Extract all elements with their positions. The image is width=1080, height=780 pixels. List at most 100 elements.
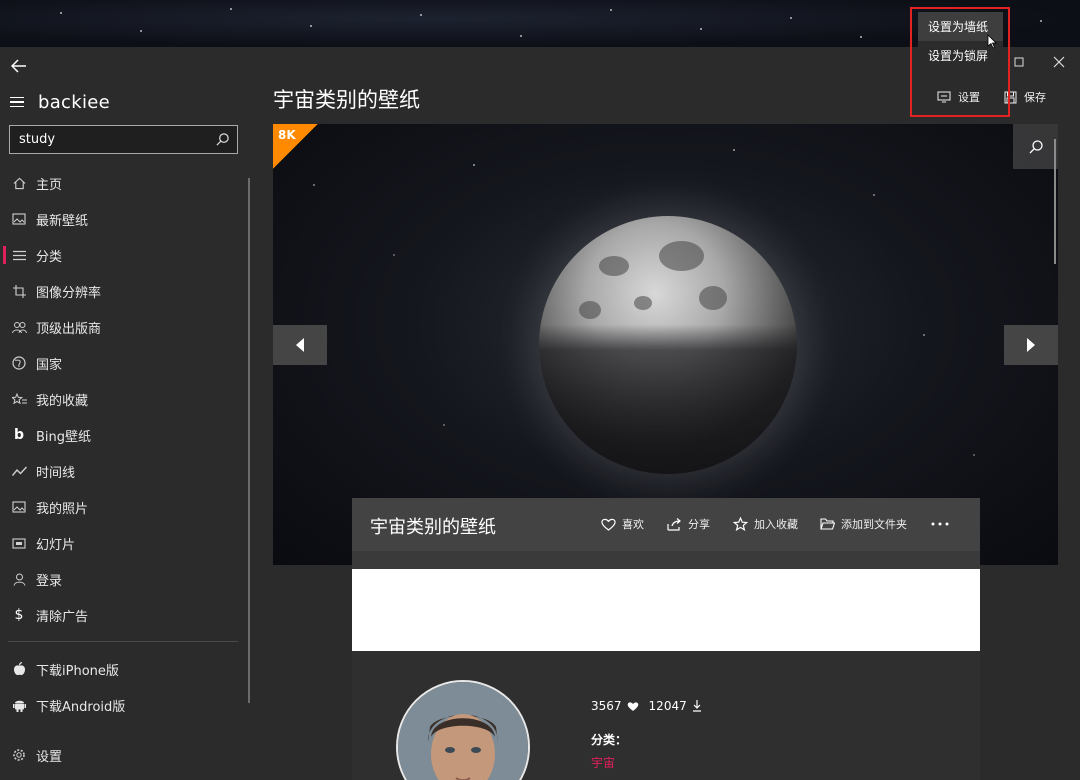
dollar-icon: $ bbox=[14, 607, 24, 623]
close-icon[interactable] bbox=[1052, 55, 1066, 69]
sidebar-settings: 设置 bbox=[0, 737, 250, 773]
download-icon bbox=[692, 700, 701, 712]
sidebar-item-label: 国家 bbox=[36, 357, 63, 373]
sidebar-item-latest[interactable]: 最新壁纸 bbox=[0, 201, 250, 237]
resolution-badge: 8K bbox=[273, 124, 318, 169]
image-icon bbox=[11, 211, 27, 227]
add-favorite-button[interactable]: 加入收藏 bbox=[733, 516, 798, 532]
sidebar-item-download-iphone[interactable]: 下载iPhone版 bbox=[0, 651, 250, 687]
save-label: 保存 bbox=[1024, 91, 1046, 104]
previous-image-button[interactable] bbox=[273, 325, 327, 365]
sidebar-item-label: 分类 bbox=[36, 249, 63, 265]
annotation-highlight-box bbox=[910, 7, 1010, 117]
save-button[interactable]: 保存 bbox=[1004, 87, 1046, 107]
more-options-button[interactable] bbox=[931, 522, 949, 526]
photo-icon bbox=[11, 499, 27, 515]
likes-count: 3567 bbox=[591, 699, 622, 713]
avatar-portrait bbox=[398, 682, 528, 780]
category-label: 分类： bbox=[591, 733, 628, 747]
search-box bbox=[9, 125, 238, 154]
sidebar-item-timeline[interactable]: 时间线 bbox=[0, 453, 250, 489]
sidebar-item-label: 下载iPhone版 bbox=[36, 663, 119, 679]
maximize-icon[interactable] bbox=[1012, 55, 1026, 69]
chevron-right-icon bbox=[1027, 338, 1035, 352]
sidebar-item-label: Bing壁纸 bbox=[36, 429, 92, 445]
wallpaper-title: 宇宙类别的壁纸 bbox=[370, 517, 496, 538]
info-subbar bbox=[352, 551, 980, 569]
sidebar-item-label: 清除广告 bbox=[36, 609, 89, 625]
slideshow-icon bbox=[11, 535, 27, 551]
sidebar-item-publishers[interactable]: 顶级出版商 bbox=[0, 309, 250, 345]
sidebar-item-label: 图像分辨率 bbox=[36, 285, 102, 301]
sidebar-item-settings[interactable]: 设置 bbox=[0, 737, 250, 773]
home-icon bbox=[11, 175, 27, 191]
page-title: 宇宙类别的壁纸 bbox=[273, 88, 420, 112]
sidebar-item-home[interactable]: 主页 bbox=[0, 165, 250, 201]
brand-name: backiee bbox=[38, 91, 111, 113]
sidebar-scrollbar[interactable] bbox=[248, 178, 250, 703]
zoom-button[interactable] bbox=[1013, 124, 1058, 169]
sidebar-item-label: 我的照片 bbox=[36, 501, 89, 517]
sidebar-item-country[interactable]: 国家 bbox=[0, 345, 250, 381]
sidebar-divider bbox=[8, 641, 238, 642]
main-content: 宇宙类别的壁纸 设置 保存 8K 宇宙类别的壁纸 喜欢 分享 加入收藏 添加到文… bbox=[252, 47, 1080, 780]
add-to-folder-button[interactable]: 添加到文件夹 bbox=[820, 516, 907, 532]
trend-icon bbox=[11, 463, 27, 479]
share-button[interactable]: 分享 bbox=[667, 516, 710, 532]
share-icon bbox=[667, 517, 681, 531]
downloads-count: 12047 bbox=[648, 699, 687, 713]
share-label: 分享 bbox=[688, 518, 710, 531]
favorite-label: 加入收藏 bbox=[754, 518, 798, 531]
sidebar-item-remove-ads[interactable]: $ 清除广告 bbox=[0, 597, 250, 633]
star-icon bbox=[733, 517, 748, 531]
sidebar-item-download-android[interactable]: 下载Android版 bbox=[0, 687, 250, 723]
preview-scrollbar[interactable] bbox=[1054, 139, 1056, 264]
sidebar-item-label: 登录 bbox=[36, 573, 63, 589]
add-folder-label: 添加到文件夹 bbox=[841, 518, 907, 531]
mouse-cursor-icon bbox=[987, 34, 997, 49]
people-icon bbox=[11, 319, 27, 335]
bing-icon: b bbox=[13, 427, 25, 443]
hamburger-menu-icon[interactable] bbox=[10, 96, 24, 108]
list-icon bbox=[11, 247, 27, 263]
badge-label: 8K bbox=[278, 128, 296, 142]
search-input[interactable] bbox=[19, 132, 209, 147]
folder-icon bbox=[820, 518, 835, 530]
search-icon bbox=[1029, 139, 1043, 153]
like-button[interactable]: 喜欢 bbox=[601, 516, 644, 532]
more-icon bbox=[931, 522, 949, 526]
category-link[interactable]: 宇宙 bbox=[591, 754, 615, 771]
search-icon[interactable] bbox=[215, 132, 230, 147]
sidebar-item-my-photos[interactable]: 我的照片 bbox=[0, 489, 250, 525]
sidebar-item-label: 主页 bbox=[36, 177, 63, 193]
sidebar: backiee 主页 最新壁纸 分类 图像分 bbox=[0, 47, 252, 780]
sidebar-item-categories[interactable]: 分类 bbox=[0, 237, 250, 273]
sidebar-item-label: 设置 bbox=[36, 749, 63, 765]
sidebar-item-label: 最新壁纸 bbox=[36, 213, 89, 229]
gear-icon bbox=[11, 747, 27, 763]
crop-icon bbox=[11, 283, 27, 299]
sidebar-item-login[interactable]: 登录 bbox=[0, 561, 250, 597]
ad-panel bbox=[352, 569, 980, 651]
sidebar-item-resolution[interactable]: 图像分辨率 bbox=[0, 273, 250, 309]
wallpaper-info-bar: 宇宙类别的壁纸 喜欢 分享 加入收藏 添加到文件夹 bbox=[352, 498, 980, 551]
globe-icon bbox=[11, 355, 27, 371]
publisher-avatar[interactable] bbox=[396, 680, 530, 780]
sidebar-nav: 主页 最新壁纸 分类 图像分辨率 顶级出版商 国家 我的收藏 b Bing壁纸 … bbox=[0, 165, 250, 633]
sidebar-download-links: 下载iPhone版 下载Android版 bbox=[0, 651, 250, 723]
heart-filled-icon bbox=[627, 701, 638, 711]
like-label: 喜欢 bbox=[622, 518, 644, 531]
moon-shadow bbox=[539, 216, 797, 474]
app-window: backiee 主页 最新壁纸 分类 图像分 bbox=[0, 47, 1080, 780]
sidebar-item-bing[interactable]: b Bing壁纸 bbox=[0, 417, 250, 453]
star-list-icon bbox=[11, 391, 27, 407]
sidebar-item-favorites[interactable]: 我的收藏 bbox=[0, 381, 250, 417]
back-arrow-icon bbox=[11, 59, 26, 73]
sidebar-item-slideshow[interactable]: 幻灯片 bbox=[0, 525, 250, 561]
user-icon bbox=[11, 571, 27, 587]
sidebar-item-label: 下载Android版 bbox=[36, 699, 126, 715]
android-icon bbox=[11, 697, 27, 713]
next-image-button[interactable] bbox=[1004, 325, 1058, 365]
sidebar-item-label: 幻灯片 bbox=[36, 537, 76, 553]
back-button[interactable] bbox=[8, 55, 30, 77]
